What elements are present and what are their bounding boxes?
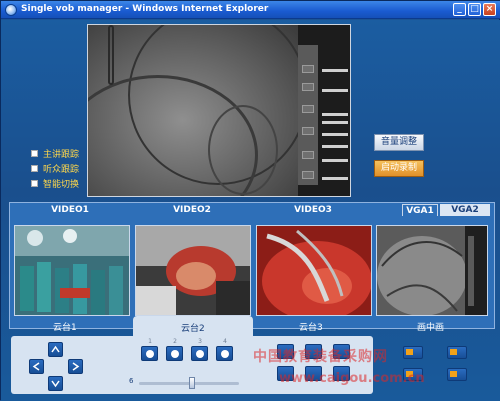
app-content: 主讲跟踪 听众跟踪 智能切换 音量调整 启动录制 VIDEO1 VIDEO2 V… (1, 20, 500, 401)
speed-value: 6 (129, 377, 134, 385)
operating-room-scene (15, 226, 129, 315)
angiography-image (88, 25, 308, 196)
tab-ptz2-label: 云台2 (181, 324, 205, 334)
window-title: Single vob manager - Windows Internet Ex… (21, 4, 269, 14)
video3-preview[interactable] (256, 225, 372, 316)
tab-ptz3[interactable]: 云台3 (299, 320, 323, 333)
preset-1-button[interactable] (141, 346, 158, 361)
title-bar: Single vob manager - Windows Internet Ex… (1, 1, 500, 19)
preset-2-button[interactable] (166, 346, 183, 361)
tab-vga1[interactable]: VGA1 (402, 204, 438, 216)
tab-picture-in-picture[interactable]: 画中画 (417, 320, 444, 333)
video1-label: VIDEO1 (51, 205, 89, 215)
option-label: 智能切换 (43, 180, 80, 190)
tab-vga2[interactable]: VGA2 (440, 204, 490, 216)
watermark-text: 中国教育装备采购网 (253, 349, 388, 365)
pip-layout-button[interactable] (447, 368, 467, 381)
option-lecturer-tracking[interactable]: 主讲跟踪 (31, 146, 79, 161)
layout-icon (450, 349, 457, 355)
ptz-down-button[interactable] (48, 376, 63, 391)
browser-window: Single vob manager - Windows Internet Ex… (0, 0, 500, 401)
preset-number: 3 (198, 338, 202, 345)
start-recording-button[interactable]: 启动录制 (374, 160, 424, 177)
panel-button[interactable] (302, 151, 314, 159)
option-label: 听众跟踪 (43, 165, 80, 175)
tab-ptz1[interactable]: 云台1 (53, 320, 77, 333)
endoscopy-scene (257, 226, 371, 315)
panel-button[interactable] (302, 171, 314, 179)
person-icon (146, 350, 154, 358)
surgery-closeup-scene (136, 226, 250, 315)
option-smart-switch[interactable]: 智能切换 (31, 176, 79, 191)
ptz-left-button[interactable] (29, 359, 44, 374)
close-button[interactable]: × (483, 3, 496, 16)
panel-button[interactable] (302, 65, 314, 73)
preset-number: 1 (148, 338, 152, 345)
main-video-display[interactable] (87, 24, 351, 197)
preset-4-button[interactable] (216, 346, 233, 361)
panel-button[interactable] (302, 105, 314, 113)
ptz-up-button[interactable] (48, 342, 63, 357)
tracking-options: 主讲跟踪 听众跟踪 智能切换 (31, 146, 79, 191)
checkbox[interactable] (31, 180, 38, 187)
option-audience-tracking[interactable]: 听众跟踪 (31, 161, 79, 176)
speed-slider-thumb[interactable] (189, 377, 195, 389)
maximize-button[interactable]: □ (468, 3, 481, 16)
preset-number: 4 (223, 338, 227, 345)
panel-button[interactable] (302, 83, 314, 91)
option-label: 主讲跟踪 (43, 150, 80, 160)
video3-label: VIDEO3 (294, 205, 332, 215)
layout-icon (406, 349, 413, 355)
preset-number: 2 (173, 338, 177, 345)
ie-icon (5, 4, 17, 16)
video1-preview[interactable] (14, 225, 130, 316)
video2-preview[interactable] (135, 225, 251, 316)
vga1-preview[interactable] (376, 225, 488, 316)
video-source-strip: VIDEO1 VIDEO2 VIDEO3 VGA1 VGA2 (9, 202, 495, 329)
tab-ptz2[interactable]: 云台2 (133, 316, 253, 338)
arrow-up-icon (51, 345, 60, 353)
panel-button[interactable] (302, 127, 314, 135)
video2-label: VIDEO2 (173, 205, 211, 215)
pip-layout-button[interactable] (403, 346, 423, 359)
arrow-right-icon (72, 362, 80, 371)
ptz-right-button[interactable] (68, 359, 83, 374)
preset-3-button[interactable] (191, 346, 208, 361)
volume-adjust-button[interactable]: 音量调整 (374, 134, 424, 151)
minimize-button[interactable]: _ (453, 3, 466, 16)
display-side-panel (298, 25, 350, 196)
checkbox[interactable] (31, 165, 38, 172)
layout-icon (450, 371, 457, 377)
arrow-down-icon (51, 380, 60, 388)
person-icon (196, 350, 204, 358)
checkbox[interactable] (31, 150, 38, 157)
arrow-left-icon (32, 362, 40, 371)
person-icon (171, 350, 179, 358)
person-icon (221, 350, 229, 358)
watermark-url: www.caigou.com.cn (279, 371, 425, 386)
ptz-control-area: 云台1 云台2 云台3 画中画 1 2 3 4 6 (1, 316, 500, 401)
vga-angiography-scene (377, 226, 487, 315)
pip-layout-button[interactable] (447, 346, 467, 359)
